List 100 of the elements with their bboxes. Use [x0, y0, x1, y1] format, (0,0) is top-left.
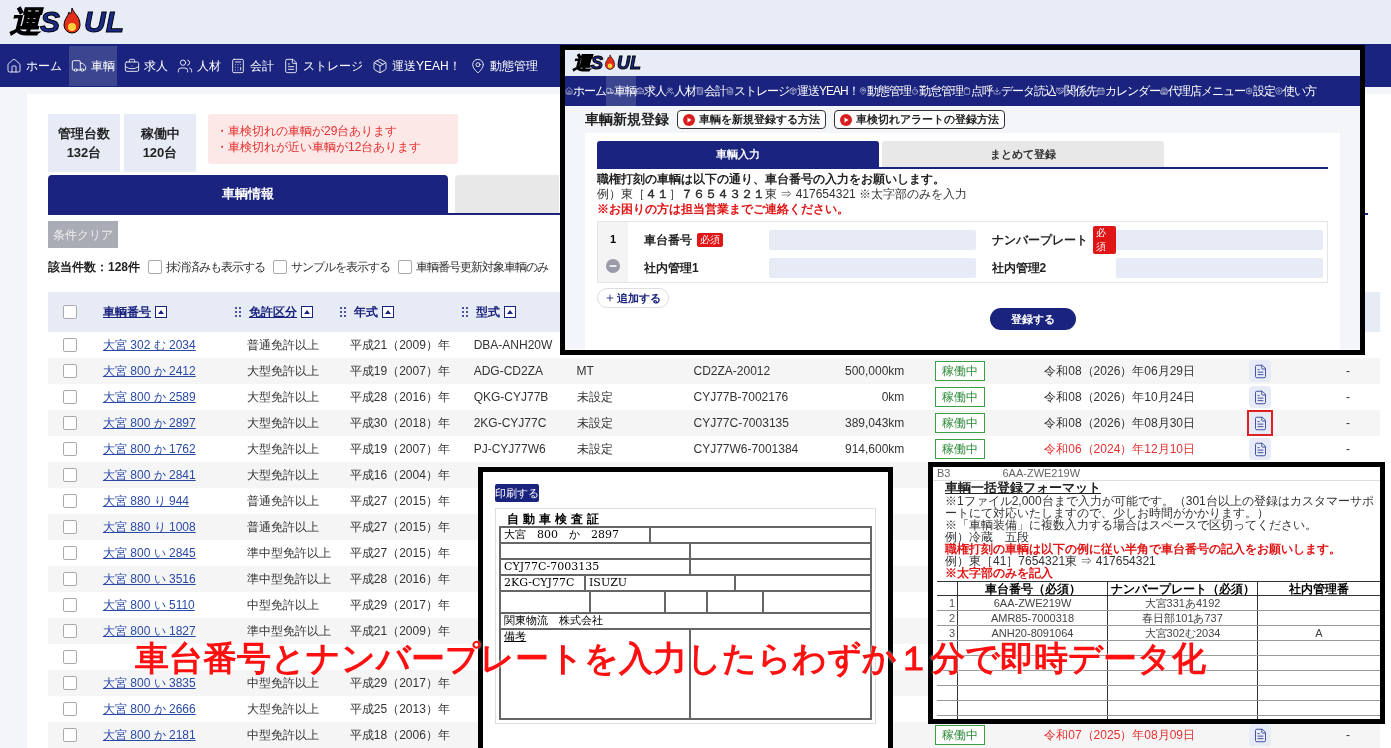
tab[interactable]: 車輌入力: [597, 141, 879, 167]
document-button[interactable]: [1247, 436, 1274, 462]
column-header[interactable]: 車輌番号: [103, 303, 151, 321]
checkbox[interactable]: [63, 390, 77, 404]
sort-icon[interactable]: [504, 306, 516, 318]
help-video-button[interactable]: 車輌を新規登録する方法: [677, 110, 826, 129]
document-button[interactable]: [1247, 722, 1274, 748]
field-label: ナンバープレート: [991, 232, 1088, 249]
add-row-button[interactable]: 追加する: [597, 288, 669, 308]
vehicle-number-link[interactable]: 大宮 800 か 2897: [102, 416, 196, 430]
checkbox[interactable]: [63, 442, 77, 456]
column-header[interactable]: 型式: [476, 303, 500, 321]
nav-item[interactable]: 代理店メニュー: [1159, 76, 1245, 106]
nav-item[interactable]: 設定: [1244, 76, 1275, 106]
document-button[interactable]: [1247, 410, 1274, 436]
nav-item[interactable]: ホーム: [565, 76, 606, 106]
input-field[interactable]: [768, 230, 976, 250]
sort-icon[interactable]: [155, 306, 167, 318]
sheet-title: 車輌一括登録フォーマット: [945, 481, 1102, 495]
row-number: 1: [609, 232, 617, 248]
vehicle-number-link[interactable]: 大宮 302 む 2034: [102, 338, 196, 352]
checkbox[interactable]: [148, 260, 163, 274]
nav-item[interactable]: 会計: [696, 76, 726, 106]
nav-item[interactable]: 動態管理: [858, 76, 911, 106]
document-button[interactable]: [1247, 384, 1274, 410]
row-number: 3: [947, 626, 956, 640]
nav-item[interactable]: 人材: [175, 45, 223, 86]
year-cell: 平成29（2017）年: [349, 598, 450, 612]
vehicle-number-link[interactable]: 大宮 800 い 2845: [102, 546, 196, 560]
vehicle-number-link[interactable]: 大宮 800 い 3516: [102, 572, 196, 586]
register-button[interactable]: 登録する: [989, 308, 1076, 330]
nav-item[interactable]: 関係先: [1055, 76, 1097, 106]
help-video-button[interactable]: 車検切れアラートの登録方法: [834, 110, 1005, 129]
people-icon: [666, 87, 674, 95]
checkbox[interactable]: [273, 260, 288, 274]
checkbox[interactable]: [63, 468, 77, 482]
nav-item[interactable]: ホーム: [4, 45, 64, 86]
vehicle-number-link[interactable]: 大宮 880 り 1008: [102, 520, 196, 534]
column-header: ナンバープレート（必須）: [1110, 581, 1255, 596]
vehicle-number-link[interactable]: 大宮 800 い 5110: [102, 598, 195, 612]
print-button[interactable]: 印刷する: [495, 484, 539, 502]
vehicle-number-link[interactable]: 大宮 880 り 944: [102, 494, 189, 508]
nav-item[interactable]: 求人: [122, 45, 170, 86]
checkbox[interactable]: [63, 598, 77, 612]
vehicle-number-link[interactable]: 大宮 800 か 2841: [102, 468, 196, 482]
drag-handle-icon[interactable]: [340, 307, 346, 317]
checkbox[interactable]: [63, 572, 77, 586]
truck-icon: [71, 57, 87, 74]
checkbox[interactable]: [63, 364, 77, 378]
nav-item[interactable]: ストレージ: [281, 45, 365, 86]
checkbox[interactable]: [63, 305, 77, 319]
sheet-cell: ANH20-8091064: [991, 627, 1074, 639]
document-button[interactable]: [1247, 358, 1274, 384]
checkbox[interactable]: [63, 494, 77, 508]
nav-item[interactable]: 車輌: [606, 76, 636, 106]
vehicle-number-link[interactable]: 大宮 800 い 1827: [102, 624, 196, 638]
vehicle-number-link[interactable]: 大宮 800 か 2412: [102, 364, 196, 378]
vehicle-number-link[interactable]: 大宮 800 か 2589: [102, 390, 196, 404]
year-cell: 平成27（2015）年: [349, 494, 450, 508]
checkbox[interactable]: [398, 260, 413, 274]
input-field[interactable]: [1116, 230, 1323, 250]
sort-icon[interactable]: [382, 306, 394, 318]
nav-item[interactable]: 運送YEAH！: [370, 45, 463, 86]
vehicle-number-link[interactable]: 大宮 800 い 3835: [102, 676, 196, 690]
license-cell: 大型免許以上: [246, 442, 319, 456]
tab[interactable]: まとめて登録: [882, 141, 1164, 167]
checkbox[interactable]: [63, 728, 77, 742]
checkbox[interactable]: [63, 624, 77, 638]
input-field[interactable]: [1116, 258, 1323, 278]
filter-label: 車輌番号更新対象車輌のみ: [416, 259, 549, 276]
inspection-date: 令和06（2024）年12月10日: [1044, 442, 1195, 456]
nav-item[interactable]: 求人: [636, 76, 666, 106]
column-header[interactable]: 免許区分: [249, 303, 297, 321]
column-header[interactable]: 年式: [354, 303, 378, 321]
checkbox[interactable]: [63, 702, 77, 716]
filter-label: 抹消済みも表示する: [166, 259, 266, 276]
checkbox[interactable]: [63, 546, 77, 560]
checkbox[interactable]: [63, 650, 77, 664]
vehicle-number-link[interactable]: 大宮 800 か 1762: [102, 442, 196, 456]
vehicle-number-link[interactable]: 大宮 800 か 2666: [102, 702, 196, 716]
stat-label: 稼働中: [140, 124, 180, 143]
remove-row-icon[interactable]: [606, 258, 620, 273]
nav-item[interactable]: 運送YEAH！: [789, 76, 859, 106]
sort-icon[interactable]: [301, 306, 313, 318]
checkbox[interactable]: [63, 520, 77, 534]
nav-item[interactable]: 人材: [666, 76, 696, 106]
input-field[interactable]: [768, 258, 976, 278]
checkbox[interactable]: [63, 676, 77, 690]
nav-item[interactable]: 車輌: [69, 45, 117, 86]
nav-item[interactable]: 会計: [228, 45, 276, 86]
drag-handle-icon[interactable]: [235, 307, 241, 317]
drag-handle-icon[interactable]: [462, 307, 468, 317]
page-title: 車輌新規登録: [585, 110, 669, 129]
checkbox[interactable]: [63, 416, 77, 430]
nav-item[interactable]: 使い方: [1274, 76, 1316, 106]
checkbox[interactable]: [63, 338, 77, 352]
nav-item[interactable]: ストレージ: [726, 76, 789, 106]
nav-item[interactable]: 動態管理: [467, 45, 540, 86]
tab[interactable]: 車輌情報: [48, 175, 448, 213]
vehicle-number-link[interactable]: 大宮 800 か 2181: [102, 728, 196, 742]
